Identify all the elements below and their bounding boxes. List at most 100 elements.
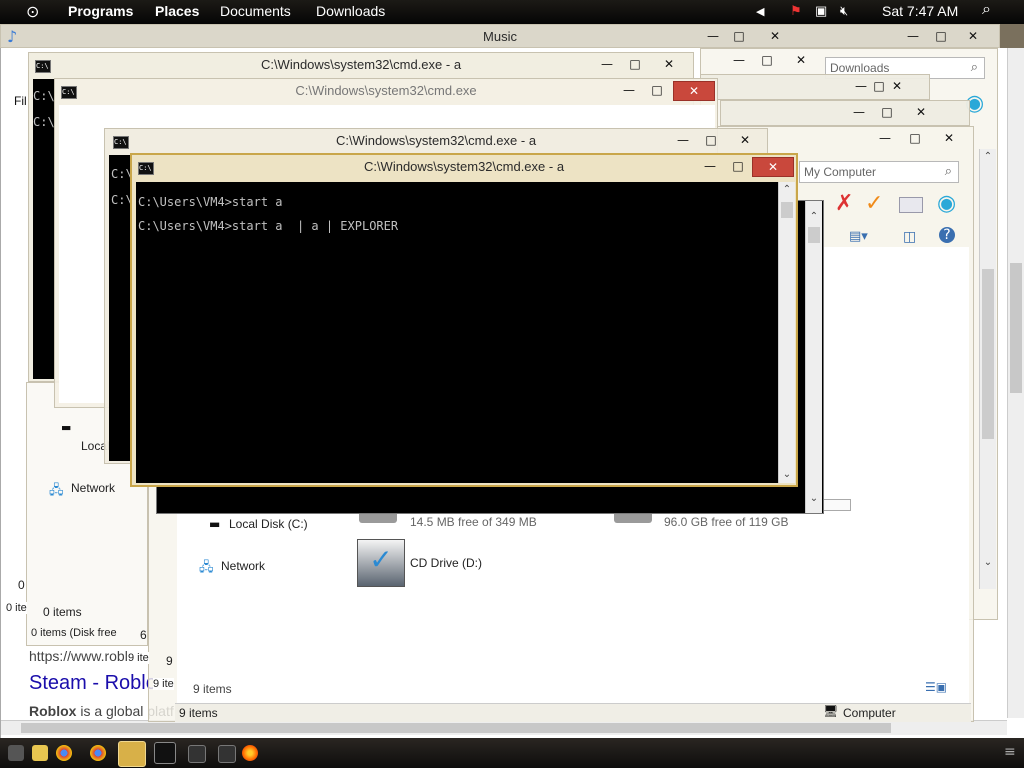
cmd1-maximize-button[interactable]: □ — [621, 55, 649, 73]
console-line-1: C:\Users\VM4>start a — [138, 195, 283, 209]
cmd-front-minimize-button[interactable]: — — [696, 157, 724, 175]
cmd1-prompt: C:\ — [33, 89, 55, 103]
window-taskbar-icon[interactable] — [188, 745, 206, 763]
menu-downloads[interactable]: Downloads — [316, 3, 385, 19]
music2-maximize-button[interactable]: □ — [927, 27, 955, 45]
browser-scrollbar[interactable] — [1007, 48, 1024, 718]
cmd3-title: C:\Windows\system32\cmd.exe - a — [335, 133, 537, 148]
file-manager-icon[interactable] — [32, 745, 48, 761]
status-items: 9 items — [179, 706, 218, 720]
status-location: Computer — [843, 706, 896, 720]
scroll-down-button[interactable]: ⌄ — [779, 467, 795, 483]
scroll-up-button[interactable]: ⌃ — [779, 182, 795, 198]
scroll-up-button[interactable]: ⌃ — [806, 209, 822, 225]
cmd1-console[interactable]: C:\ C:\ — [33, 79, 55, 379]
cmd3-minimize-button[interactable]: — — [669, 131, 697, 149]
explorer1-maximize-button[interactable]: □ — [753, 51, 781, 69]
left-items-e: 0 ite — [6, 602, 27, 614]
explorer3-titlebar[interactable]: — □ ✕ — [720, 100, 970, 126]
browser-hscrollbar[interactable] — [1, 720, 1007, 735]
clock[interactable]: Sat 7:47 AM — [882, 3, 958, 19]
file-menu[interactable]: Fil — [14, 94, 27, 108]
drive-toolbar-icon[interactable] — [899, 197, 923, 213]
cmd3-close-button[interactable]: ✕ — [731, 131, 759, 149]
volume-muted-icon[interactable]: 🔇︎ — [840, 3, 848, 19]
cmd-front-close-button[interactable]: ✕ — [752, 157, 794, 177]
menu-lines-icon[interactable]: ≡ — [1004, 744, 1016, 760]
cmd2-minimize-button[interactable]: — — [615, 81, 643, 99]
music2-close-button[interactable]: ✕ — [959, 27, 987, 45]
items-count: 9 items — [193, 682, 232, 696]
cmd-front-scrollbar[interactable]: ⌃ ⌄ — [778, 182, 795, 483]
menu-places[interactable]: Places — [155, 3, 199, 19]
local-disk-icon: ▬ — [209, 517, 221, 531]
cd-drive-icon[interactable]: ✓ — [357, 539, 405, 587]
scroll-down-button[interactable]: ⌄ — [806, 491, 822, 507]
cmd4-scroll-thumb[interactable] — [808, 227, 820, 243]
explorer1-scrollbar[interactable]: ⌃ ⌄ — [979, 149, 996, 589]
explorer4-maximize-button[interactable]: □ — [901, 129, 929, 147]
browser-scroll-thumb[interactable] — [1010, 263, 1022, 393]
confirm-check-icon[interactable]: ✓ — [865, 191, 883, 216]
music-minimize-button[interactable]: — — [699, 27, 727, 45]
music2-minimize-button[interactable]: — — [899, 27, 927, 45]
explorer3-close-button[interactable]: ✕ — [907, 103, 935, 121]
chrome-icon-2[interactable] — [90, 745, 106, 761]
explorer4-close-button[interactable]: ✕ — [935, 129, 963, 147]
console-line-2: C:\Users\VM4>start a | a | EXPLORER — [138, 219, 399, 233]
sidebar-network[interactable]: Network — [221, 559, 265, 573]
menu-documents[interactable]: Documents — [220, 3, 291, 19]
drive-c-free-space: 14.5 MB free of 349 MB — [410, 515, 537, 529]
explorer2-titlebar[interactable]: — □ ✕ — [700, 74, 930, 100]
result-link[interactable]: Steam - Roblo — [29, 672, 157, 695]
cd-drive-label[interactable]: CD Drive (D:) — [410, 556, 482, 570]
network-tray-icon[interactable]: ▣ — [815, 3, 827, 19]
computer-search-input[interactable]: My Computer ⌕ — [799, 161, 959, 183]
chrome-icon[interactable] — [56, 745, 72, 761]
globe-shell-icon[interactable]: ◉ — [937, 191, 956, 216]
show-desktop-icon[interactable] — [8, 745, 24, 761]
cmd4-scrollbar[interactable]: ⌃ ⌄ — [805, 201, 822, 513]
notification-icon[interactable]: ⚑ — [790, 3, 802, 19]
cmd2-close-button[interactable]: ✕ — [673, 81, 715, 101]
explorer1-scroll-thumb[interactable] — [982, 269, 994, 439]
details-view-icon[interactable]: ☰▣ — [925, 680, 947, 694]
cmd3-maximize-button[interactable]: □ — [697, 131, 725, 149]
search-icon: ⌕ — [944, 163, 952, 178]
view-options-icon[interactable]: ▤▾ — [849, 229, 868, 244]
window-taskbar-icon-2[interactable] — [218, 745, 236, 763]
cmd-window-front[interactable]: C:\ C:\Windows\system32\cmd.exe - a — □ … — [130, 153, 798, 487]
sidebar-local-disk[interactable]: Local Disk (C:) — [229, 517, 308, 531]
help-icon[interactable]: ? — [939, 227, 955, 243]
menu-programs[interactable]: Programs — [68, 3, 133, 19]
cancel-x-icon[interactable]: ✗ — [835, 191, 853, 216]
cmd1-close-button[interactable]: ✕ — [655, 55, 683, 73]
search-icon[interactable]: ⌕ — [982, 1, 991, 19]
explorer2-close-button[interactable]: ✕ — [883, 77, 911, 95]
folder-active-icon[interactable] — [118, 741, 146, 767]
preview-pane-icon[interactable]: ◫ — [903, 229, 916, 245]
left-network-label[interactable]: Network — [71, 481, 115, 495]
tray-arrow-icon[interactable]: ◀ — [756, 5, 764, 18]
explorer4-minimize-button[interactable]: — — [871, 129, 899, 147]
left-count-0: 0 — [18, 578, 25, 592]
cmd-taskbar-icon[interactable] — [154, 742, 176, 764]
cmd-front-maximize-button[interactable]: □ — [724, 157, 752, 175]
explorer3-minimize-button[interactable]: — — [845, 103, 873, 121]
music-maximize-button[interactable]: □ — [725, 27, 753, 45]
explorer1-close-button[interactable]: ✕ — [787, 51, 815, 69]
cmd1-minimize-button[interactable]: — — [593, 55, 621, 73]
scroll-down-button[interactable]: ⌄ — [980, 555, 996, 571]
explorer1-minimize-button[interactable]: — — [725, 51, 753, 69]
system-menu-icon[interactable]: ⊙ — [26, 2, 39, 22]
firefox-icon[interactable] — [242, 745, 258, 761]
cmd-front-scroll-thumb[interactable] — [781, 202, 793, 218]
explorer3-maximize-button[interactable]: □ — [873, 103, 901, 121]
music-close-button[interactable]: ✕ — [761, 27, 789, 45]
browser-hscroll-thumb[interactable] — [21, 723, 891, 733]
scroll-up-button[interactable]: ⌃ — [980, 149, 996, 165]
cmd-front-console[interactable]: C:\Users\VM4>start a C:\Users\VM4>start … — [136, 182, 778, 483]
cmd2-maximize-button[interactable]: □ — [643, 81, 671, 99]
result-url[interactable]: https://www.robl — [29, 648, 128, 664]
music-window[interactable]: ♪ Music — □ ✕ — □ ✕ — [0, 24, 1000, 48]
